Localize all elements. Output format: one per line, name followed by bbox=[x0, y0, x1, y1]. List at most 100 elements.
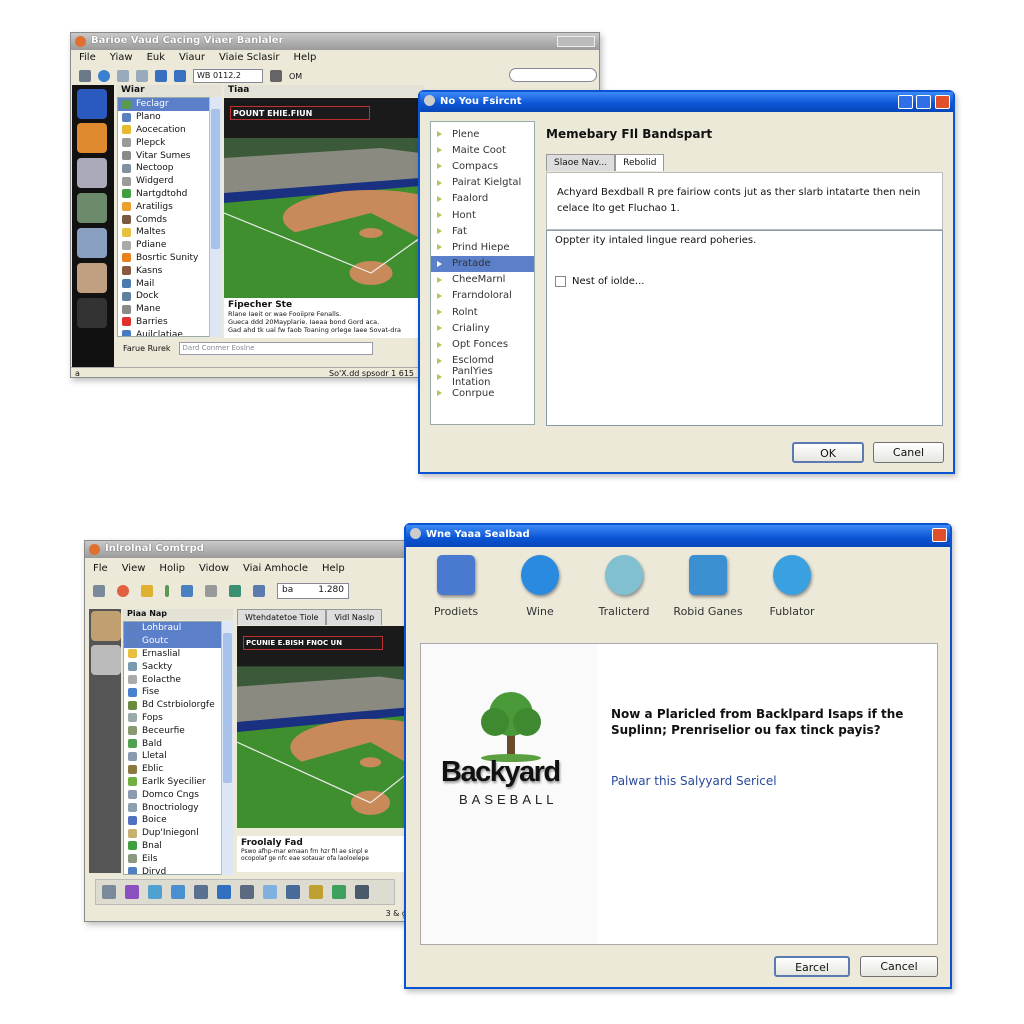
app-robid-ganes[interactable]: Robid Ganes bbox=[666, 555, 750, 630]
list-item[interactable]: Aratiligs bbox=[118, 200, 220, 213]
screen-icon[interactable] bbox=[91, 645, 121, 675]
menu-select[interactable]: Viaie Sclasir bbox=[219, 52, 280, 63]
toolbar-icon[interactable] bbox=[217, 885, 231, 899]
list-item[interactable]: Comds bbox=[118, 213, 220, 226]
zoom-icon[interactable] bbox=[117, 70, 129, 82]
photo-icon[interactable] bbox=[77, 193, 107, 223]
list-item[interactable]: Nectoop bbox=[118, 162, 220, 175]
toolbar-icon[interactable] bbox=[355, 885, 369, 899]
toolbar-icon[interactable] bbox=[148, 885, 162, 899]
file-list-scrollbar[interactable] bbox=[209, 97, 221, 337]
list-item[interactable]: Maltes bbox=[118, 226, 220, 239]
list-item[interactable]: Bnal bbox=[124, 840, 232, 853]
game-view[interactable]: POUNT EHIE.FIUN bbox=[224, 98, 420, 298]
document-icon[interactable] bbox=[77, 228, 107, 258]
save-icon[interactable] bbox=[79, 70, 91, 82]
disk-icon[interactable] bbox=[229, 585, 241, 597]
nav-item[interactable]: Prind Hiepe bbox=[431, 239, 534, 255]
option-checkbox[interactable] bbox=[555, 276, 566, 287]
menu-viaur[interactable]: Viaur bbox=[179, 52, 205, 63]
toolbar-icon[interactable] bbox=[125, 885, 139, 899]
tab-slaoe[interactable]: Slaoe Nav... bbox=[546, 154, 616, 171]
list-item[interactable]: Plano bbox=[118, 111, 220, 124]
toolbar-icon[interactable] bbox=[309, 885, 323, 899]
calendar-icon[interactable] bbox=[77, 263, 107, 293]
nav-item[interactable]: Fat bbox=[431, 223, 534, 239]
frame-icon[interactable] bbox=[181, 585, 193, 597]
list-item[interactable]: Feclagr bbox=[118, 98, 220, 111]
list-item[interactable]: Dup'Iniegonl bbox=[124, 827, 232, 840]
list-item[interactable]: Eolacthe bbox=[124, 673, 232, 686]
list-item[interactable]: Vitar Sumes bbox=[118, 149, 220, 162]
tab-rebolid[interactable]: Rebolid bbox=[615, 154, 665, 171]
menu-window[interactable]: Vidow bbox=[199, 563, 229, 574]
list-item[interactable]: Bnoctriology bbox=[124, 801, 232, 814]
list-item[interactable]: Bosrtic Sunity bbox=[118, 252, 220, 265]
toolbar-icon[interactable] bbox=[240, 885, 254, 899]
list-item[interactable]: Bald bbox=[124, 737, 232, 750]
nav-item[interactable]: Hont bbox=[431, 207, 534, 223]
nav-item[interactable]: Plene bbox=[431, 126, 534, 142]
nav-item[interactable]: Compacs bbox=[431, 158, 534, 174]
minimize-button[interactable] bbox=[898, 95, 913, 109]
network-icon[interactable] bbox=[174, 70, 186, 82]
menu-help[interactable]: Help bbox=[294, 52, 317, 63]
service-link[interactable]: Palwar this Salyyard Sericel bbox=[611, 774, 777, 788]
printer-icon[interactable] bbox=[93, 585, 105, 597]
app-wine[interactable]: Wine bbox=[498, 555, 582, 630]
nav-item[interactable]: PanlYies Intation bbox=[431, 366, 534, 388]
app-prodiets[interactable]: Prodiets bbox=[414, 555, 498, 630]
option-checkbox-row[interactable]: Nest of iolde... bbox=[555, 276, 934, 287]
nav-item[interactable]: Maite Coot bbox=[431, 142, 534, 158]
pokemon-icon[interactable] bbox=[91, 611, 121, 641]
tab-vidl[interactable]: Vidl Naslp bbox=[326, 609, 383, 625]
toolbar-icon[interactable] bbox=[263, 885, 277, 899]
list-item[interactable]: Fops bbox=[124, 712, 232, 725]
list-item[interactable]: Eblic bbox=[124, 763, 232, 776]
nav-item[interactable]: Opt Fonces bbox=[431, 336, 534, 352]
close-button[interactable] bbox=[932, 528, 947, 542]
list-item[interactable]: Fise bbox=[124, 686, 232, 699]
menu-holip[interactable]: Holip bbox=[159, 563, 185, 574]
list-item[interactable]: Pdiane bbox=[118, 239, 220, 252]
list-item[interactable]: Nartgdtohd bbox=[118, 188, 220, 201]
nav-item[interactable]: Crialiny bbox=[431, 320, 534, 336]
cancel-button[interactable]: Canel bbox=[873, 442, 944, 463]
list-item[interactable]: Plepck bbox=[118, 136, 220, 149]
edit-icon[interactable] bbox=[141, 585, 153, 597]
file-list-scrollbar-2[interactable] bbox=[221, 621, 233, 875]
menu-amhocle[interactable]: Viai Amhocle bbox=[243, 563, 308, 574]
folder-icon[interactable] bbox=[77, 123, 107, 153]
zoom-combo[interactable]: ba 1.280 bbox=[277, 583, 349, 599]
menu-view[interactable]: Yiaw bbox=[110, 52, 133, 63]
nav-item[interactable]: CheeMarnl bbox=[431, 272, 534, 288]
nav-item[interactable]: Pratade bbox=[431, 255, 534, 272]
dots-icon[interactable] bbox=[165, 585, 169, 597]
search-box[interactable] bbox=[509, 68, 597, 82]
ok-button[interactable]: OK bbox=[792, 442, 864, 463]
toolbar-icon[interactable] bbox=[171, 885, 185, 899]
fax-icon[interactable] bbox=[253, 585, 265, 597]
arrow-icon[interactable] bbox=[77, 298, 107, 328]
nav-item[interactable]: Faalord bbox=[431, 191, 534, 207]
globe-icon[interactable] bbox=[98, 70, 110, 82]
menu-file[interactable]: Fle bbox=[93, 563, 108, 574]
list-item[interactable]: Barries bbox=[118, 316, 220, 329]
menu-file[interactable]: File bbox=[79, 52, 96, 63]
list-item[interactable]: Earlk Syecilier bbox=[124, 776, 232, 789]
phone-icon[interactable] bbox=[77, 89, 107, 119]
tab-details[interactable]: Wtehdatetoe Tiole bbox=[237, 609, 327, 625]
box-icon[interactable] bbox=[205, 585, 217, 597]
list-item[interactable]: Auilclatiae bbox=[118, 328, 220, 336]
list-item[interactable]: Dirvd bbox=[124, 865, 232, 874]
list-item[interactable]: Sackty bbox=[124, 660, 232, 673]
record-icon[interactable] bbox=[117, 585, 129, 597]
list-item[interactable]: Beceurfie bbox=[124, 724, 232, 737]
app-fublator[interactable]: Fublator bbox=[750, 555, 834, 630]
toolbar-icon[interactable] bbox=[286, 885, 300, 899]
toolbar-combo[interactable]: WB 0112.2 bbox=[193, 69, 263, 83]
list-item[interactable]: Kasns bbox=[118, 264, 220, 277]
search-icon[interactable] bbox=[136, 70, 148, 82]
list-item[interactable]: Goutc bbox=[124, 634, 232, 648]
image-icon[interactable] bbox=[77, 158, 107, 188]
